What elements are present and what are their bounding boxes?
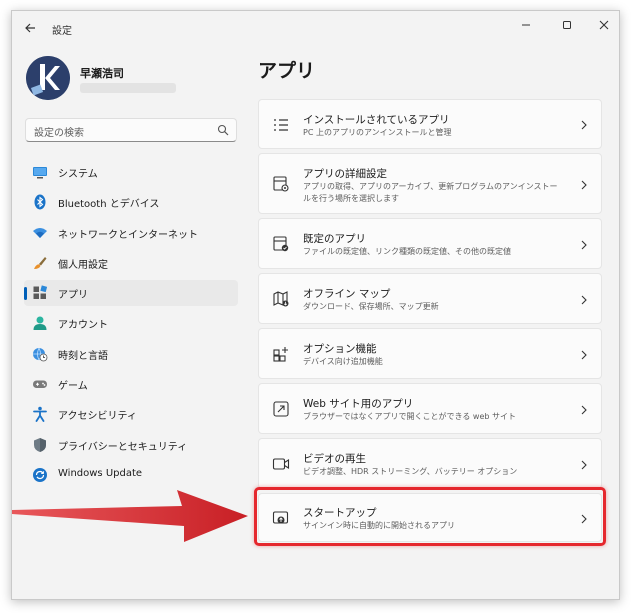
sidebar-item-label: Windows Update	[58, 467, 143, 479]
sidebar-item-accessibility[interactable]: アクセシビリティ	[24, 401, 238, 427]
sidebar-item-gaming[interactable]: ゲーム	[24, 371, 238, 397]
window-title: 設定	[52, 26, 72, 37]
card-default-apps[interactable]: 既定のアプリ ファイルの既定値、リンク種類の既定値、その他の既定値	[258, 218, 602, 269]
sidebar-item-personalization[interactable]: 個人用設定	[24, 250, 238, 276]
card-title: ビデオの再生	[303, 453, 366, 465]
card-title: 既定のアプリ	[303, 233, 366, 245]
sidebar-item-network[interactable]: ネットワークとインターネット	[24, 220, 238, 246]
sidebar-item-privacy[interactable]: プライバシーとセキュリティ	[24, 432, 238, 458]
list-icon	[274, 119, 288, 131]
sidebar-item-apps[interactable]: アプリ	[24, 280, 238, 307]
k-logo-icon	[26, 56, 70, 100]
video-icon	[272, 458, 290, 470]
card-video-playback[interactable]: ビデオの再生 ビデオ調整、HDR ストリーミング、バッテリー オプション	[258, 438, 602, 489]
red-arrow-annotation	[12, 490, 248, 542]
sidebar-item-system[interactable]: システム	[24, 159, 238, 185]
search-box[interactable]: 設定の検索	[25, 118, 237, 142]
close-icon	[599, 20, 609, 30]
close-button[interactable]	[592, 16, 616, 36]
title-bar: 設定	[12, 11, 619, 45]
chevron-right-icon	[581, 405, 587, 415]
brush-icon	[34, 256, 47, 269]
back-arrow-icon	[25, 23, 35, 33]
card-description: ダウンロード、保存場所、マップ更新	[303, 302, 439, 311]
maximize-icon	[563, 21, 571, 29]
card-title: Web サイト用のアプリ	[303, 398, 414, 410]
sidebar-item-label: 個人用設定	[58, 259, 108, 271]
minimize-icon	[522, 24, 530, 26]
maximize-button[interactable]	[555, 16, 579, 36]
sidebar-item-accounts[interactable]: アカウント	[24, 310, 238, 336]
card-title: オプション機能	[303, 343, 377, 355]
display-icon	[33, 167, 47, 179]
card-description: アプリの取得、アプリのアーカイブ、更新プログラムのアンインストールを行う場所を選…	[303, 182, 558, 203]
chevron-right-icon	[581, 120, 587, 130]
accessibility-icon	[33, 407, 47, 423]
shield-icon	[34, 437, 46, 452]
sidebar-item-label: アプリ	[58, 290, 88, 302]
card-description: ビデオ調整、HDR ストリーミング、バッテリー オプション	[303, 467, 518, 476]
search-input[interactable]: 設定の検索	[34, 124, 84, 139]
page-title: アプリ	[258, 60, 316, 82]
sidebar-item-label: プライバシーとセキュリティ	[58, 441, 188, 453]
optional-features-icon	[273, 347, 288, 362]
chevron-right-icon	[581, 240, 587, 250]
card-installed-apps[interactable]: インストールされているアプリ PC 上のアプリのアンインストールと管理	[258, 99, 602, 149]
card-description: ブラウザーではなくアプリで開くことができる web サイト	[303, 412, 516, 421]
sidebar-item-label: ゲーム	[58, 381, 88, 393]
card-description: デバイス向け追加機能	[303, 357, 383, 366]
settings-card-list: インストールされているアプリ PC 上のアプリのアンインストールと管理 アプリの…	[258, 99, 602, 546]
chevron-right-icon	[581, 295, 587, 305]
person-icon	[33, 316, 47, 331]
update-icon	[33, 467, 47, 482]
gamepad-icon	[33, 380, 47, 389]
globe-clock-icon	[33, 347, 48, 362]
chevron-right-icon	[581, 180, 587, 190]
map-icon	[273, 291, 289, 307]
sidebar-item-label: システム	[58, 169, 98, 180]
startup-highlight-box	[254, 487, 606, 546]
profile-name: 早瀬浩司	[80, 67, 124, 80]
default-apps-icon	[273, 236, 289, 252]
card-title: インストールされているアプリ	[303, 114, 450, 126]
sidebar-item-label: アカウント	[58, 320, 108, 332]
sidebar-item-label: 時刻と言語	[58, 350, 108, 362]
chevron-right-icon	[581, 350, 587, 360]
search-icon	[217, 124, 229, 136]
sidebar-item-label: Bluetooth とデバイス	[58, 199, 160, 211]
apps-icon	[33, 285, 48, 300]
card-optional-features[interactable]: オプション機能 デバイス向け追加機能	[258, 328, 602, 379]
sidebar-item-label: アクセシビリティ	[58, 411, 137, 423]
sidebar-nav: システム Bluetooth とデバイス ネットワークとインターネット 個人用設…	[24, 159, 238, 492]
card-offline-maps[interactable]: オフライン マップ ダウンロード、保存場所、マップ更新	[258, 273, 602, 324]
card-apps-for-websites[interactable]: Web サイト用のアプリ ブラウザーではなくアプリで開くことができる web サ…	[258, 383, 602, 434]
sidebar-item-windows-update[interactable]: Windows Update	[24, 462, 238, 488]
card-description: ファイルの既定値、リンク種類の既定値、その他の既定値	[303, 247, 511, 256]
minimize-button[interactable]	[514, 16, 538, 36]
back-button[interactable]	[21, 19, 39, 37]
web-apps-icon	[273, 401, 289, 417]
sidebar-item-bluetooth[interactable]: Bluetooth とデバイス	[24, 189, 238, 215]
chevron-right-icon	[581, 460, 587, 470]
card-title: オフライン マップ	[303, 288, 391, 300]
card-title: アプリの詳細設定	[303, 168, 387, 180]
wifi-icon	[33, 227, 47, 238]
card-description: PC 上のアプリのアンインストールと管理	[303, 128, 452, 137]
bluetooth-icon	[34, 194, 46, 210]
app-settings-icon	[273, 176, 289, 192]
profile-email-blurred	[80, 83, 176, 93]
sidebar-item-label: ネットワークとインターネット	[58, 229, 198, 241]
card-advanced-app-settings[interactable]: アプリの詳細設定 アプリの取得、アプリのアーカイブ、更新プログラムのアンインスト…	[258, 153, 602, 214]
avatar[interactable]	[26, 56, 70, 100]
sidebar-item-time-language[interactable]: 時刻と言語	[24, 341, 238, 367]
